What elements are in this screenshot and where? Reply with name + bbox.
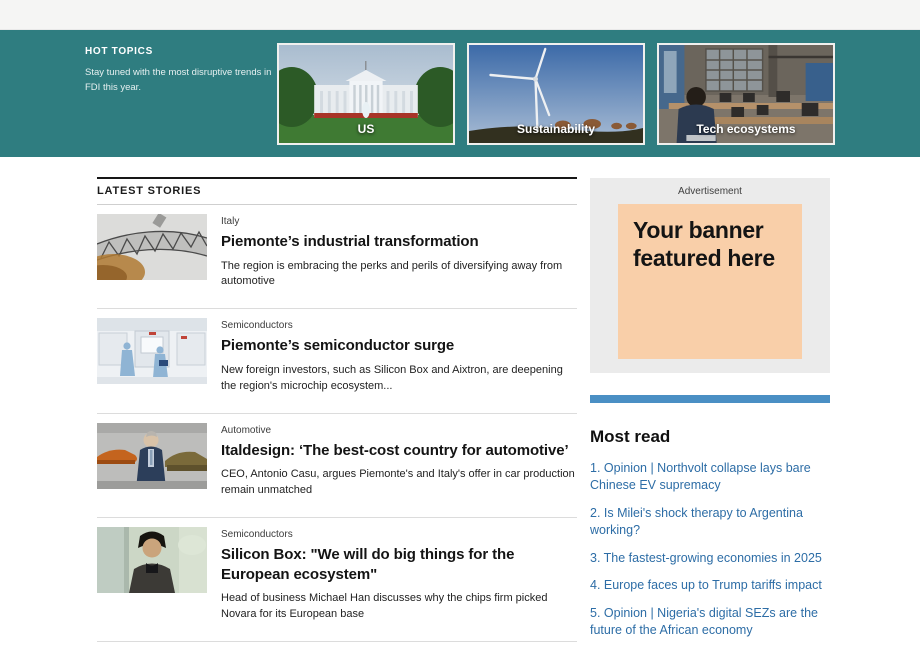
article-category[interactable]: Semiconductors <box>221 320 577 331</box>
article-text: Automotive Italdesign: ‘The best-cost co… <box>221 423 577 499</box>
article-category[interactable]: Italy <box>221 216 577 227</box>
article-row[interactable]: Italy Piemonte’s industrial transformati… <box>97 205 577 309</box>
ceo-in-showroom-image <box>97 423 207 489</box>
hot-topics-copy: HOT TOPICS Stay tuned with the most disr… <box>85 46 283 95</box>
most-read-accent-bar <box>590 395 830 403</box>
article-summary: New foreign investors, such as Silicon B… <box>221 363 577 395</box>
topic-card-us[interactable]: US <box>277 43 455 145</box>
article-thumbnail[interactable] <box>97 214 207 280</box>
most-read-list: 1. Opinion | Northvolt collapse lays bar… <box>590 460 830 639</box>
article-row[interactable]: Semiconductors Piemonte’s semiconductor … <box>97 309 577 413</box>
advertisement-banner[interactable]: Your banner featured here <box>618 204 802 359</box>
top-strip <box>0 0 920 30</box>
topic-card-label: US <box>279 122 453 136</box>
advertisement-slot: Advertisement Your banner featured here <box>590 178 830 373</box>
most-read-item[interactable]: 3. The fastest-growing economies in 2025 <box>590 550 830 567</box>
hot-topics-tagline: Stay tuned with the most disruptive tren… <box>85 66 283 95</box>
article-thumbnail[interactable] <box>97 423 207 489</box>
news-homepage: HOT TOPICS Stay tuned with the most disr… <box>0 0 920 640</box>
most-read-item[interactable]: 1. Opinion | Northvolt collapse lays bar… <box>590 460 830 494</box>
most-read-heading: Most read <box>590 427 830 447</box>
article-category[interactable]: Automotive <box>221 425 577 436</box>
latest-stories-heading: LATEST STORIES <box>97 185 577 197</box>
cleanroom-workers-image <box>97 318 207 384</box>
advertisement-label: Advertisement <box>590 186 830 197</box>
article-thumbnail[interactable] <box>97 527 207 593</box>
article-text: Semiconductors Piemonte’s semiconductor … <box>221 318 577 394</box>
sidebar: Advertisement Your banner featured here … <box>590 178 830 650</box>
most-read-item[interactable]: 2. Is Milei's shock therapy to Argentina… <box>590 505 830 539</box>
steel-lattice-image <box>97 214 207 280</box>
article-category[interactable]: Semiconductors <box>221 529 577 540</box>
article-text: Semiconductors Silicon Box: "We will do … <box>221 527 577 623</box>
topic-card-label: Sustainability <box>469 122 643 136</box>
article-summary: Head of business Michael Han discusses w… <box>221 591 577 623</box>
article-title[interactable]: Piemonte’s industrial transformation <box>221 232 577 252</box>
section-top-rule <box>97 177 577 179</box>
article-row[interactable]: Automotive Italdesign: ‘The best-cost co… <box>97 414 577 518</box>
executive-portrait-image <box>97 527 207 593</box>
article-summary: CEO, Antonio Casu, argues Piemonte's and… <box>221 467 577 499</box>
most-read-item[interactable]: 4. Europe faces up to Trump tariffs impa… <box>590 577 830 594</box>
article-title[interactable]: Italdesign: ‘The best-cost country for a… <box>221 441 577 461</box>
article-text: Italy Piemonte’s industrial transformati… <box>221 214 577 290</box>
topic-card-sustainability[interactable]: Sustainability <box>467 43 645 145</box>
article-thumbnail[interactable] <box>97 318 207 384</box>
hot-topics-heading: HOT TOPICS <box>85 46 283 57</box>
article-row[interactable]: Semiconductors Silicon Box: "We will do … <box>97 518 577 642</box>
topic-card-label: Tech ecosystems <box>659 122 833 136</box>
most-read-item[interactable]: 5. Opinion | Nigeria's digital SEZs are … <box>590 605 830 639</box>
article-summary: The region is embracing the perks and pe… <box>221 259 577 291</box>
advertisement-banner-text: Your banner featured here <box>633 217 787 272</box>
latest-stories-column: LATEST STORIES Italy <box>97 177 577 642</box>
topic-card-tech-ecosystems[interactable]: Tech ecosystems <box>657 43 835 145</box>
topic-cards: US <box>277 43 835 145</box>
article-title[interactable]: Silicon Box: "We will do big things for … <box>221 545 577 584</box>
article-title[interactable]: Piemonte’s semiconductor surge <box>221 336 577 356</box>
hot-topics-band: HOT TOPICS Stay tuned with the most disr… <box>0 30 920 157</box>
